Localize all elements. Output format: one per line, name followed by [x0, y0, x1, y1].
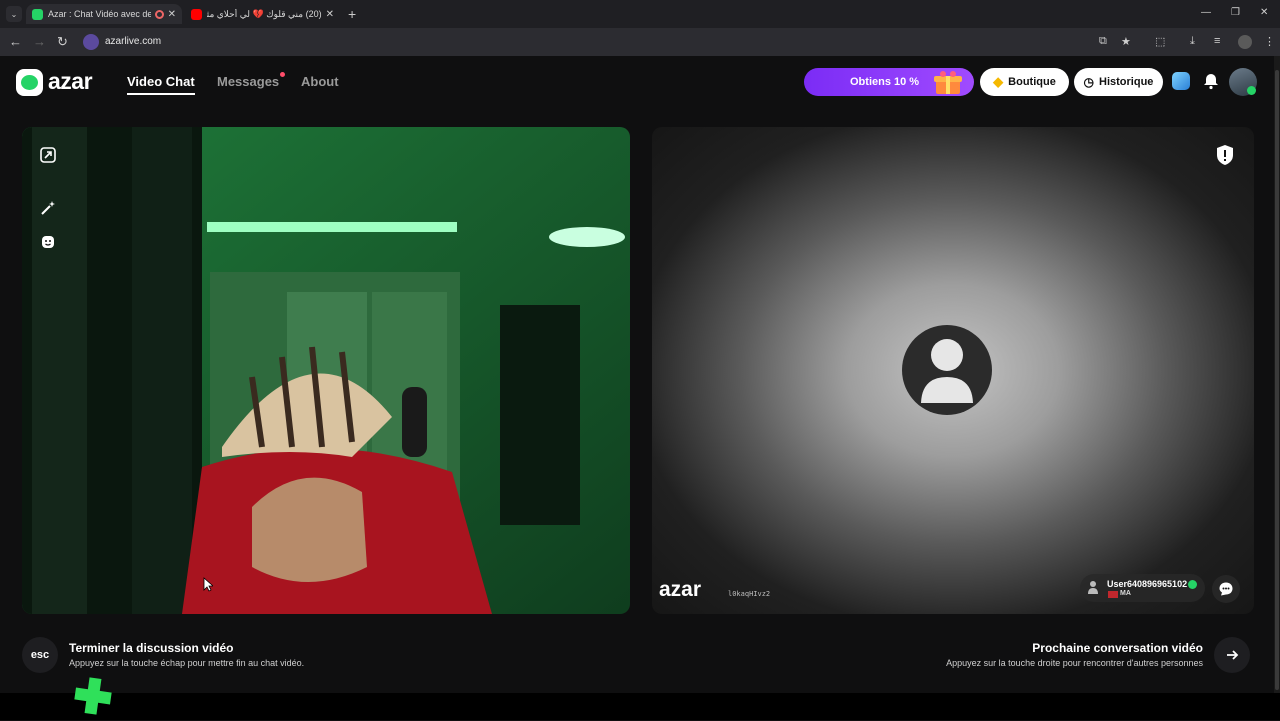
face-sticker-icon[interactable] [36, 230, 60, 254]
forward-icon[interactable]: → [33, 34, 46, 49]
nav-video-chat[interactable]: Video Chat [127, 74, 195, 89]
end-chat-title: Terminer la discussion vidéo [69, 641, 234, 655]
person-icon [921, 339, 973, 403]
browser-tab-azar[interactable]: Azar : Chat Vidéo avec de ✕ [26, 4, 182, 24]
remote-country: MA [1120, 590, 1131, 597]
next-chat-hint: Appuyez sur la touche droite pour rencon… [946, 658, 1203, 668]
history-label: Historique [1099, 76, 1154, 88]
media-control-icon[interactable]: ≡ [1214, 35, 1220, 47]
downloads-icon[interactable]: ⤓ [1190, 35, 1195, 48]
close-window-button[interactable]: ✕ [1260, 7, 1268, 18]
bottom-strip [0, 693, 1280, 720]
url-text[interactable]: azarlive.com [105, 36, 161, 47]
gems-icon[interactable] [1172, 72, 1190, 90]
shop-button[interactable]: ◆ Boutique [980, 68, 1069, 96]
next-chat-button[interactable] [1214, 637, 1250, 673]
messages-notification-dot [280, 72, 285, 77]
green-cross-overlay-icon [73, 676, 113, 721]
browser-menu-icon[interactable]: ⋮ [1264, 35, 1275, 48]
clock-icon: ◷ [1083, 75, 1095, 89]
arrow-right-icon [1227, 650, 1239, 660]
next-chat-title: Prochaine conversation vidéo [1032, 641, 1203, 655]
extensions-icon[interactable]: ⬚ [1155, 35, 1165, 48]
shield-alert-icon[interactable] [1215, 144, 1235, 171]
reload-icon[interactable]: ↻ [57, 34, 68, 50]
tab-search-button[interactable]: ⌄ [6, 6, 22, 22]
nav-messages[interactable]: Messages [217, 74, 279, 89]
install-app-icon[interactable]: ⧉ [1099, 35, 1107, 48]
shop-label: Boutique [1008, 76, 1056, 88]
promo-label: Obtiens 10 % [850, 76, 920, 88]
recording-icon [154, 9, 164, 19]
remote-username: User640896965102 [1107, 579, 1188, 589]
verified-badge-icon [1188, 580, 1197, 589]
history-button[interactable]: ◷ Historique [1074, 68, 1163, 96]
azar-watermark-logo: azar [659, 578, 702, 601]
omnibox[interactable] [80, 32, 1250, 52]
azar-favicon-icon [32, 8, 43, 20]
local-video [22, 127, 630, 614]
scrollbar-thumb[interactable] [1275, 70, 1279, 690]
tab-title: (20) مني قلوك 💔 لي أحلاي مثان [207, 8, 322, 19]
end-chat-hint: Appuyez sur la touche échap pour mettre … [69, 658, 305, 668]
nav-about[interactable]: About [301, 74, 339, 89]
browser-tab-youtube[interactable]: (20) مني قلوك 💔 لي أحلاي مثان ✕ [185, 4, 340, 24]
restore-button[interactable]: ❐ [1231, 7, 1240, 18]
remote-avatar-placeholder [902, 325, 992, 415]
youtube-favicon-icon [191, 8, 202, 20]
mouse-cursor-icon [203, 577, 215, 597]
site-info-icon[interactable] [83, 34, 99, 50]
nav-active-underline [127, 93, 195, 95]
diamond-icon: ◆ [993, 74, 1004, 89]
tab-close-icon[interactable]: ✕ [168, 9, 176, 20]
esc-button[interactable]: esc [22, 637, 58, 673]
user-silhouette-icon [1087, 580, 1099, 595]
minimize-button[interactable]: — [1201, 7, 1211, 18]
bookmark-star-icon[interactable]: ★ [1121, 35, 1131, 48]
profile-avatar-icon[interactable] [1238, 35, 1252, 49]
gift-box-icon [931, 69, 965, 96]
session-id-text: l0kaqHIvz2 [728, 590, 771, 598]
chat-button[interactable] [1212, 575, 1240, 603]
avatar-status-badge [1247, 86, 1256, 95]
tab-title: Azar : Chat Vidéo avec de [48, 9, 151, 19]
azar-logo-text[interactable]: azar [48, 68, 93, 95]
new-tab-button[interactable]: + [348, 6, 356, 22]
morocco-flag-icon [1108, 591, 1118, 598]
azar-logo-bubble [21, 75, 38, 90]
chat-bubble-icon [1219, 582, 1233, 596]
notifications-bell-icon[interactable] [1202, 72, 1220, 95]
fullscreen-toggle-icon[interactable] [36, 143, 60, 167]
magic-wand-icon[interactable] [36, 196, 60, 220]
tab-close-icon[interactable]: ✕ [326, 9, 334, 20]
back-icon[interactable]: ← [9, 34, 22, 49]
